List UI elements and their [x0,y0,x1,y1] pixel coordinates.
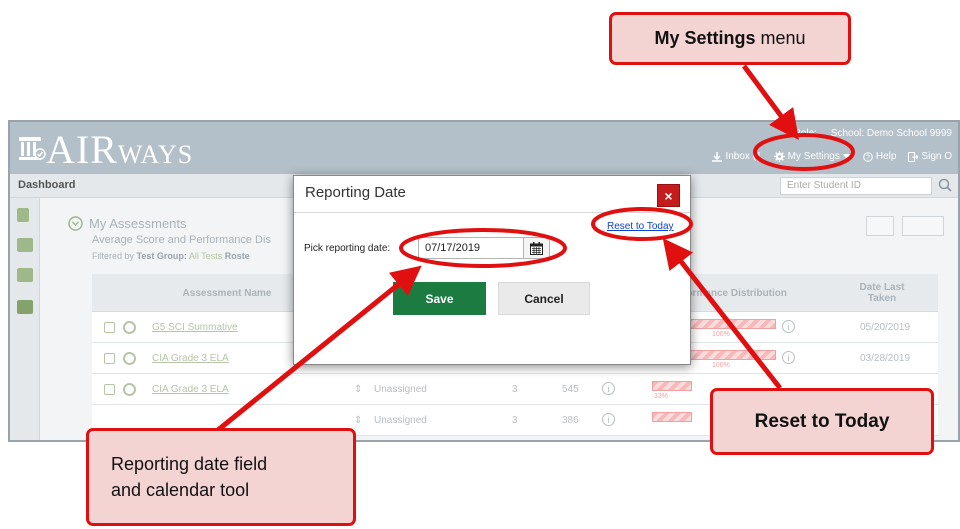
row-icons [104,343,136,374]
page: AIRWAYS Role: ... School: Demo School 99… [0,0,960,529]
my-settings-menu[interactable]: My Settings [773,151,851,162]
dialog-divider [294,212,690,213]
lens-icon[interactable] [123,352,136,365]
report-icon[interactable] [104,322,115,333]
average-score: 545 [562,384,579,395]
utility-nav: Inbox (1 My Settings ? Help Sign O [712,151,952,162]
calendar-icon [530,241,543,255]
signout-icon [908,151,919,162]
report-icon[interactable] [104,384,115,395]
student-count: 3 [512,415,518,426]
download-icon [712,151,723,162]
sort-icon[interactable]: ⇕ [354,374,362,405]
average-score-line: Average Score and Performance Dis [92,234,271,246]
row-icons [104,374,136,405]
header-date-last-taken[interactable]: Date Last Taken [847,274,917,312]
pick-date-label: Pick reporting date: [304,243,391,254]
reporting-date-dialog: Reporting Date × Reset to Today Pick rep… [293,175,691,365]
assessment-link[interactable]: CIA Grade 3 ELA [152,343,229,374]
assessment-link[interactable]: G5 SCI Summative [152,312,238,343]
assessment-link[interactable]: CIA Grade 3 ELA [152,374,229,405]
chevron-circle-icon [68,216,83,231]
performance-bar [652,381,692,391]
brand-first: AIR [46,127,118,172]
search-icon[interactable] [938,178,952,192]
filter-roster-label: Roste [224,251,250,261]
my-settings-callout: My Settings menu [609,12,851,65]
performance-bar [652,412,692,422]
callout-date-line2: and calendar tool [111,480,250,500]
date-last-taken: 05/20/2019 [860,322,911,333]
calendar-button[interactable] [524,237,550,259]
my-assessments-heading[interactable]: My Assessments [68,216,187,231]
brand-rest: WAYS [117,140,194,169]
chevron-down-icon [842,153,851,160]
cancel-button[interactable]: Cancel [498,282,590,315]
reset-to-today-link[interactable]: Reset to Today [607,221,674,232]
save-button[interactable]: Save [393,282,486,315]
help-label: Help [875,151,897,162]
print-menu-button[interactable] [902,216,944,236]
sign-out-label: Sign O [921,151,952,162]
dashboard-label: Dashboard [18,179,76,191]
reporting-date-callout: Reporting date field and calendar tool [86,428,356,526]
logo-icon [19,137,46,160]
expand-icon[interactable] [17,208,29,222]
performance-percent: 100% [712,331,730,338]
sign-out-link[interactable]: Sign O [908,151,952,162]
inbox-label: Inbox (1 [725,151,762,162]
callout-settings-rest: menu [755,28,806,48]
info-icon[interactable]: i [602,382,615,395]
student-id-input[interactable]: Enter Student ID [780,177,932,195]
dialog-title: Reporting Date [305,184,406,201]
row-icons [104,312,136,343]
reset-to-today-callout: Reset to Today [710,388,934,455]
students-button[interactable] [866,216,894,236]
inbox-link[interactable]: Inbox (1 [712,151,762,162]
info-icon[interactable]: i [782,320,795,333]
test-group: Unassigned [374,384,427,395]
notes-icon[interactable] [17,300,33,314]
help-link[interactable]: ? Help [863,151,897,162]
callout-settings-bold: My Settings [654,28,756,48]
performance-percent: 33% [654,393,669,400]
brand-logo[interactable]: AIRWAYS [46,128,193,177]
my-settings-label: My Settings [787,151,840,162]
callout-date-line1: Reporting date field [111,454,268,474]
groups-icon[interactable] [17,268,33,282]
test-group: Unassigned [374,415,427,426]
left-nav [10,198,40,440]
org-chart-icon[interactable] [17,238,33,252]
settings-arrow [741,64,799,141]
help-icon: ? [863,151,873,162]
report-icon[interactable] [104,353,115,364]
user-info: Role: ... School: Demo School 9999 [793,128,952,139]
info-icon[interactable]: i [602,413,615,426]
close-icon[interactable]: × [657,184,680,207]
lens-icon[interactable] [123,321,136,334]
info-icon[interactable]: i [782,351,795,364]
date-last-taken: 03/28/2019 [860,353,911,364]
student-count: 3 [512,384,518,395]
gear-icon [773,151,785,162]
lens-icon[interactable] [123,383,136,396]
filter-line: Filtered by Test Group: All Tests Roste [92,251,250,261]
svg-text:?: ? [866,154,870,161]
filter-group-label: Test Group: [136,251,187,261]
app-header: AIRWAYS Role: ... School: Demo School 99… [10,122,958,174]
average-score: 386 [562,415,579,426]
my-assessments-label: My Assessments [89,216,187,231]
filter-group-value[interactable]: All Tests [189,251,222,261]
reporting-date-input[interactable] [418,237,524,259]
filter-prefix: Filtered by [92,251,135,261]
performance-percent: 100% [712,362,730,369]
